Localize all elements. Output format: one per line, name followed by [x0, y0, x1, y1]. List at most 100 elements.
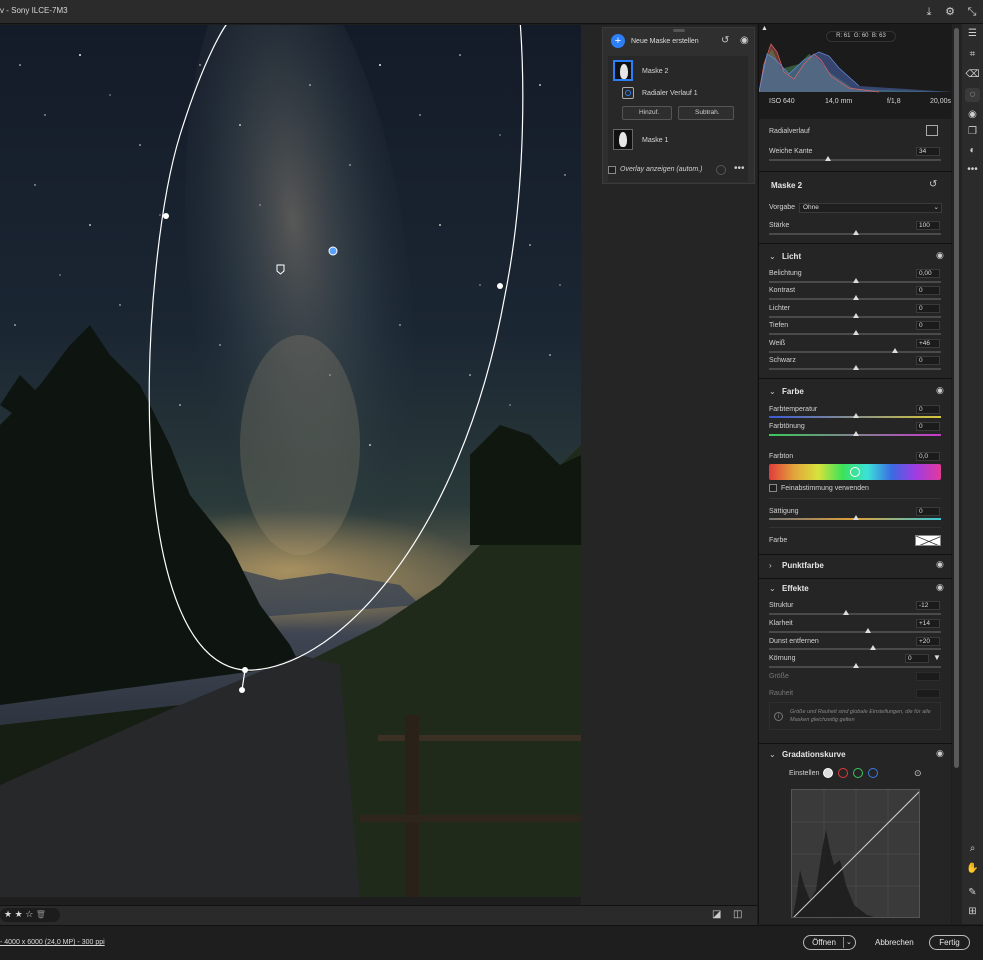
exposure-slider-knob[interactable]	[853, 278, 859, 283]
hue-value[interactable]: 0,0	[916, 452, 940, 461]
contrast-slider-knob[interactable]	[853, 295, 859, 300]
edit-sliders-icon[interactable]: ☰	[965, 27, 980, 41]
whites-slider-knob[interactable]	[892, 348, 898, 353]
texture-slider-knob[interactable]	[843, 610, 849, 615]
eye-icon[interactable]: ◉	[936, 748, 944, 759]
reset-icon[interactable]: ↺	[721, 35, 729, 46]
curve-rgb-channel[interactable]	[823, 768, 833, 778]
target-adjust-icon[interactable]: ⊙	[914, 768, 922, 779]
tint-slider-knob[interactable]	[853, 431, 859, 436]
dehaze-slider-knob[interactable]	[870, 645, 876, 650]
highlights-slider-knob[interactable]	[853, 313, 859, 318]
cancel-button[interactable]: Abbrechen	[875, 938, 914, 947]
saturation-value[interactable]: 0	[916, 507, 940, 516]
radial-component-label[interactable]: Radialer Verlauf 1	[642, 90, 698, 97]
shadows-slider-knob[interactable]	[853, 330, 859, 335]
mask-1-label[interactable]: Maske 1	[642, 137, 668, 144]
feather-slider-knob[interactable]	[825, 156, 831, 161]
panel-drag-handle[interactable]	[673, 29, 685, 32]
add-button[interactable]: Hinzuf.	[622, 106, 672, 120]
texture-value[interactable]: -12	[916, 601, 940, 610]
curve-red-channel[interactable]	[838, 768, 848, 778]
hand-icon[interactable]: ✋	[965, 862, 980, 876]
light-title[interactable]: Licht	[782, 252, 801, 261]
photo-canvas[interactable]	[0, 25, 581, 897]
more-icon[interactable]: •••	[965, 163, 980, 177]
eye-icon[interactable]: ◉	[936, 385, 944, 396]
overlay-checkbox[interactable]	[608, 166, 616, 174]
dehaze-value[interactable]: +20	[916, 637, 940, 646]
chevron-right-icon[interactable]: ›	[769, 561, 772, 570]
feather-value[interactable]: 34	[916, 147, 940, 156]
star-empty-icon[interactable]: ☆	[25, 909, 33, 919]
shadows-value[interactable]: 0	[916, 321, 940, 330]
collapse-icon[interactable]: ⤡	[964, 4, 980, 20]
zoom-icon[interactable]: ⌕	[965, 842, 980, 856]
highlights-value[interactable]: 0	[916, 304, 940, 313]
grain-value[interactable]: 0	[905, 654, 929, 663]
hue-picker-knob[interactable]	[850, 467, 860, 477]
contrast-value[interactable]: 0	[916, 286, 940, 295]
saturation-slider-knob[interactable]	[853, 515, 859, 520]
chevron-down-icon[interactable]: ⌄	[769, 252, 776, 261]
trash-icon[interactable]: 🗑	[36, 910, 46, 919]
new-mask-button[interactable]: +	[611, 34, 625, 48]
eye-icon[interactable]: ◉	[936, 582, 944, 593]
chevron-down-icon[interactable]: ⌄	[769, 387, 776, 396]
amount-value[interactable]: 100	[916, 221, 940, 230]
clarity-value[interactable]: +14	[916, 619, 940, 628]
chevron-down-icon[interactable]: ⌄	[769, 750, 776, 759]
more-icon[interactable]: •••	[734, 163, 745, 174]
curve-green-channel[interactable]	[853, 768, 863, 778]
eye-icon[interactable]: ◉	[936, 250, 944, 261]
temperature-slider-knob[interactable]	[853, 413, 859, 418]
image-info-link[interactable]: - 4000 x 6000 (24,0 MP) - 300 ppi	[0, 939, 105, 946]
new-mask-label[interactable]: Neue Maske erstellen	[631, 38, 699, 45]
whites-value[interactable]: +46	[916, 339, 940, 348]
panel-scrollbar[interactable]	[952, 24, 962, 924]
blacks-slider-knob[interactable]	[853, 365, 859, 370]
effects-title[interactable]: Effekte	[782, 584, 809, 593]
scrollbar-thumb[interactable]	[954, 28, 959, 768]
done-button[interactable]: Fertig	[929, 935, 970, 950]
color-title[interactable]: Farbe	[782, 387, 804, 396]
fine-tune-checkbox[interactable]	[769, 484, 777, 492]
curve-blue-channel[interactable]	[868, 768, 878, 778]
sampler-icon[interactable]: ✎	[965, 886, 980, 900]
star-icon[interactable]: ★	[15, 909, 23, 919]
overlay-color-icon[interactable]	[716, 165, 726, 175]
snapshots-icon[interactable]: ❐	[965, 125, 980, 139]
mask-2-thumbnail[interactable]	[613, 60, 633, 81]
star-rating[interactable]: ★ ★ ☆ 🗑	[0, 908, 60, 922]
gear-icon[interactable]: ⚙	[942, 4, 958, 20]
chevron-down-icon[interactable]: ⌄	[769, 584, 776, 593]
chevron-down-icon[interactable]: ⌄	[846, 936, 852, 949]
texture-slider[interactable]	[769, 613, 941, 615]
subtract-button[interactable]: Subtrah.	[678, 106, 734, 120]
redeye-icon[interactable]: ◉	[965, 108, 980, 122]
eye-icon[interactable]: ◉	[740, 35, 749, 46]
view-single-icon[interactable]: ◪	[712, 909, 721, 920]
temperature-value[interactable]: 0	[916, 405, 940, 414]
amount-slider-knob[interactable]	[853, 230, 859, 235]
tone-curve-graph[interactable]	[791, 789, 920, 918]
point-color-title[interactable]: Punktfarbe	[782, 561, 824, 570]
star-icon[interactable]: ★	[4, 909, 12, 919]
mask-2-label[interactable]: Maske 2	[642, 68, 668, 75]
triangle-down-icon[interactable]: ▼	[933, 653, 941, 662]
color-swatch[interactable]	[915, 535, 941, 546]
feather-slider[interactable]	[769, 159, 941, 161]
view-compare-icon[interactable]: ◫	[733, 909, 742, 920]
mask-tool-icon[interactable]: ◌	[965, 88, 980, 102]
eraser-icon[interactable]: ⌫	[965, 68, 980, 82]
exposure-value[interactable]: 0,00	[916, 269, 940, 278]
preset-select[interactable]: Ohne ⌄	[799, 203, 942, 213]
open-button[interactable]: Öffnen ⌄	[803, 935, 856, 950]
crop-icon[interactable]: ⌗	[965, 48, 980, 62]
curve-title[interactable]: Gradationskurve	[782, 750, 846, 759]
clarity-slider-knob[interactable]	[865, 628, 871, 633]
blacks-value[interactable]: 0	[916, 356, 940, 365]
reset-icon[interactable]: ↺	[929, 179, 937, 190]
whites-slider[interactable]	[769, 351, 941, 353]
dehaze-slider[interactable]	[769, 648, 941, 650]
